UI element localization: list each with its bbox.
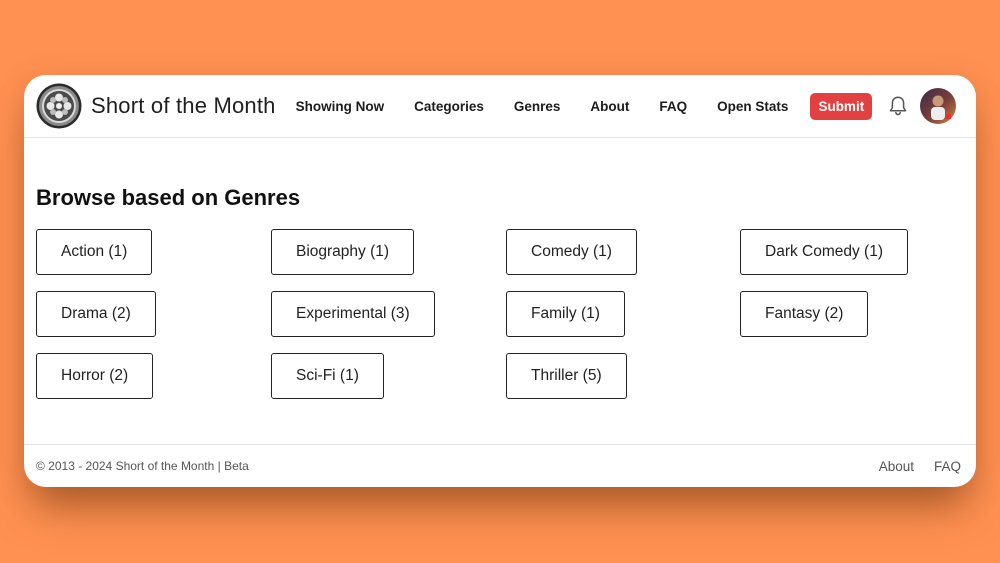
- page-title: Browse based on Genres: [36, 185, 301, 210]
- genre-thriller[interactable]: Thriller (5): [506, 353, 627, 399]
- nav-genres[interactable]: Genres: [514, 99, 561, 114]
- app-window: Short of the Month Showing Now Categorie…: [24, 75, 976, 487]
- bell-icon[interactable]: [888, 95, 908, 117]
- main-nav: Showing Now Categories Genres About FAQ …: [296, 99, 789, 114]
- nav-about[interactable]: About: [590, 99, 629, 114]
- submit-button[interactable]: Submit: [810, 92, 873, 120]
- footer-about-link[interactable]: About: [879, 459, 914, 474]
- genres-section: Browse based on Genres Action (1) Biogra…: [24, 138, 976, 399]
- genre-fantasy[interactable]: Fantasy (2): [740, 291, 869, 337]
- genre-grid: Action (1) Biography (1) Comedy (1) Dark…: [36, 229, 964, 399]
- genre-action[interactable]: Action (1): [36, 229, 153, 275]
- genre-family[interactable]: Family (1): [506, 291, 625, 337]
- nav-faq[interactable]: FAQ: [659, 99, 687, 114]
- genre-biography[interactable]: Biography (1): [271, 229, 415, 275]
- genre-experimental[interactable]: Experimental (3): [271, 291, 435, 337]
- nav-showing-now[interactable]: Showing Now: [296, 99, 385, 114]
- genre-horror[interactable]: Horror (2): [36, 353, 154, 399]
- genre-dark-comedy[interactable]: Dark Comedy (1): [740, 229, 908, 275]
- user-avatar[interactable]: [920, 88, 957, 124]
- genre-drama[interactable]: Drama (2): [36, 291, 156, 337]
- nav-open-stats[interactable]: Open Stats: [717, 99, 788, 114]
- footer-links: About FAQ: [859, 459, 961, 474]
- top-navbar: Short of the Month Showing Now Categorie…: [24, 75, 976, 138]
- footer: © 2013 - 2024 Short of the Month | Beta …: [24, 444, 976, 487]
- nav-categories[interactable]: Categories: [414, 99, 484, 114]
- footer-faq-link[interactable]: FAQ: [934, 459, 961, 474]
- copyright-text: © 2013 - 2024 Short of the Month | Beta: [36, 459, 249, 473]
- genre-sci-fi[interactable]: Sci-Fi (1): [271, 353, 384, 399]
- brand-name[interactable]: Short of the Month: [91, 93, 276, 119]
- genre-comedy[interactable]: Comedy (1): [506, 229, 637, 275]
- film-reel-icon[interactable]: [36, 83, 82, 129]
